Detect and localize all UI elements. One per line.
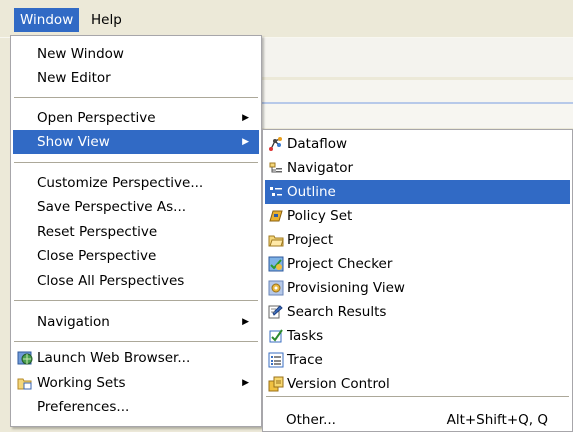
window-menu: New Window New Editor Open Perspective ▶ …	[10, 35, 262, 427]
menu-separator	[14, 97, 258, 98]
menu-item-label: Open Perspective	[37, 110, 156, 126]
view-item-label: Policy Set	[287, 208, 353, 224]
menu-item-label: New Window	[37, 46, 124, 62]
view-item-search-results[interactable]: Search Results	[265, 300, 570, 324]
menu-item-show-view[interactable]: Show View ▶	[13, 130, 259, 154]
view-item-policy-set[interactable]: Policy Set	[265, 204, 570, 228]
menu-bar: Window Help	[0, 0, 573, 38]
menu-item-label: Reset Perspective	[37, 224, 158, 240]
web-browser-icon	[17, 351, 33, 365]
menu-item-launch-web-browser[interactable]: Launch Web Browser...	[13, 346, 259, 370]
view-item-label: Project Checker	[287, 256, 393, 272]
view-item-label: Navigator	[287, 160, 354, 176]
view-item-dataflow[interactable]: Dataflow	[265, 132, 570, 156]
menu-window[interactable]: Window	[14, 8, 80, 32]
project-folder-icon	[268, 235, 284, 247]
view-item-label: Dataflow	[287, 136, 348, 152]
policy-set-icon	[269, 210, 283, 222]
workbench-content-area	[262, 104, 573, 128]
search-results-icon	[268, 305, 283, 319]
view-item-label: Search Results	[287, 304, 387, 320]
workbench-tab-area	[262, 80, 573, 104]
view-item-version-control[interactable]: Version Control	[265, 372, 570, 396]
menu-separator	[14, 300, 258, 301]
menu-separator	[14, 162, 258, 163]
provisioning-icon	[268, 280, 284, 296]
show-view-submenu: Dataflow Navigator Outline Policy Set Pr…	[262, 129, 573, 432]
menu-item-label: Navigation	[37, 314, 110, 330]
view-item-trace[interactable]: Trace	[265, 348, 570, 372]
version-control-icon	[268, 376, 284, 392]
project-checker-icon	[268, 256, 284, 272]
menu-item-new-window[interactable]: New Window	[13, 42, 259, 66]
submenu-arrow-icon: ▶	[242, 113, 249, 123]
menu-item-preferences[interactable]: Preferences...	[13, 395, 259, 419]
view-item-label: Tasks	[287, 328, 324, 344]
view-item-label: Project	[287, 232, 334, 248]
submenu-arrow-icon: ▶	[242, 317, 249, 327]
view-item-label: Other...	[286, 412, 336, 428]
menu-help[interactable]: Help	[85, 8, 128, 32]
tasks-icon	[269, 329, 283, 343]
view-item-label: Trace	[287, 352, 323, 368]
other-shortcut-label: Alt+Shift+Q, Q	[446, 412, 548, 428]
menu-item-open-perspective[interactable]: Open Perspective ▶	[13, 106, 259, 130]
submenu-arrow-icon: ▶	[242, 378, 249, 388]
menu-item-navigation[interactable]: Navigation ▶	[13, 310, 259, 334]
submenu-arrow-icon: ▶	[242, 137, 249, 147]
outline-icon	[270, 187, 282, 196]
menu-item-label: Preferences...	[37, 399, 130, 415]
menu-separator	[14, 341, 258, 342]
view-item-label: Outline	[287, 184, 336, 200]
navigator-icon	[269, 162, 282, 173]
menu-item-reset-perspective[interactable]: Reset Perspective	[13, 220, 259, 244]
menu-item-label: Show View	[37, 134, 110, 150]
view-item-project[interactable]: Project	[265, 228, 570, 252]
view-item-project-checker[interactable]: Project Checker	[265, 252, 570, 276]
menu-item-working-sets[interactable]: Working Sets ▶	[13, 371, 259, 395]
view-item-navigator[interactable]: Navigator	[265, 156, 570, 180]
menu-item-label: Save Perspective As...	[37, 199, 187, 215]
menu-item-label: Working Sets	[37, 375, 126, 391]
trace-icon	[268, 352, 284, 368]
view-item-label: Version Control	[287, 376, 390, 392]
menu-item-close-all-perspectives[interactable]: Close All Perspectives	[13, 269, 259, 293]
menu-item-new-editor[interactable]: New Editor	[13, 66, 259, 90]
menu-item-label: Launch Web Browser...	[37, 350, 191, 366]
view-item-outline[interactable]: Outline	[265, 180, 570, 204]
menu-item-label: Close Perspective	[37, 248, 157, 264]
menu-item-label: Close All Perspectives	[37, 273, 185, 289]
menu-separator	[266, 396, 569, 397]
view-item-tasks[interactable]: Tasks	[265, 324, 570, 348]
view-item-other[interactable]: Other... Alt+Shift+Q, Q	[265, 408, 570, 432]
menu-item-close-perspective[interactable]: Close Perspective	[13, 244, 259, 268]
menu-item-customize-perspective[interactable]: Customize Perspective...	[13, 171, 259, 195]
working-sets-icon	[17, 378, 32, 390]
menu-item-save-perspective-as[interactable]: Save Perspective As...	[13, 195, 259, 219]
workbench-toolbar-area	[262, 37, 573, 77]
dataflow-icon	[269, 137, 282, 151]
view-item-label: Provisioning View	[287, 280, 405, 296]
view-item-provisioning-view[interactable]: Provisioning View	[265, 276, 570, 300]
menu-item-label: Customize Perspective...	[37, 175, 204, 191]
menu-item-label: New Editor	[37, 70, 111, 86]
